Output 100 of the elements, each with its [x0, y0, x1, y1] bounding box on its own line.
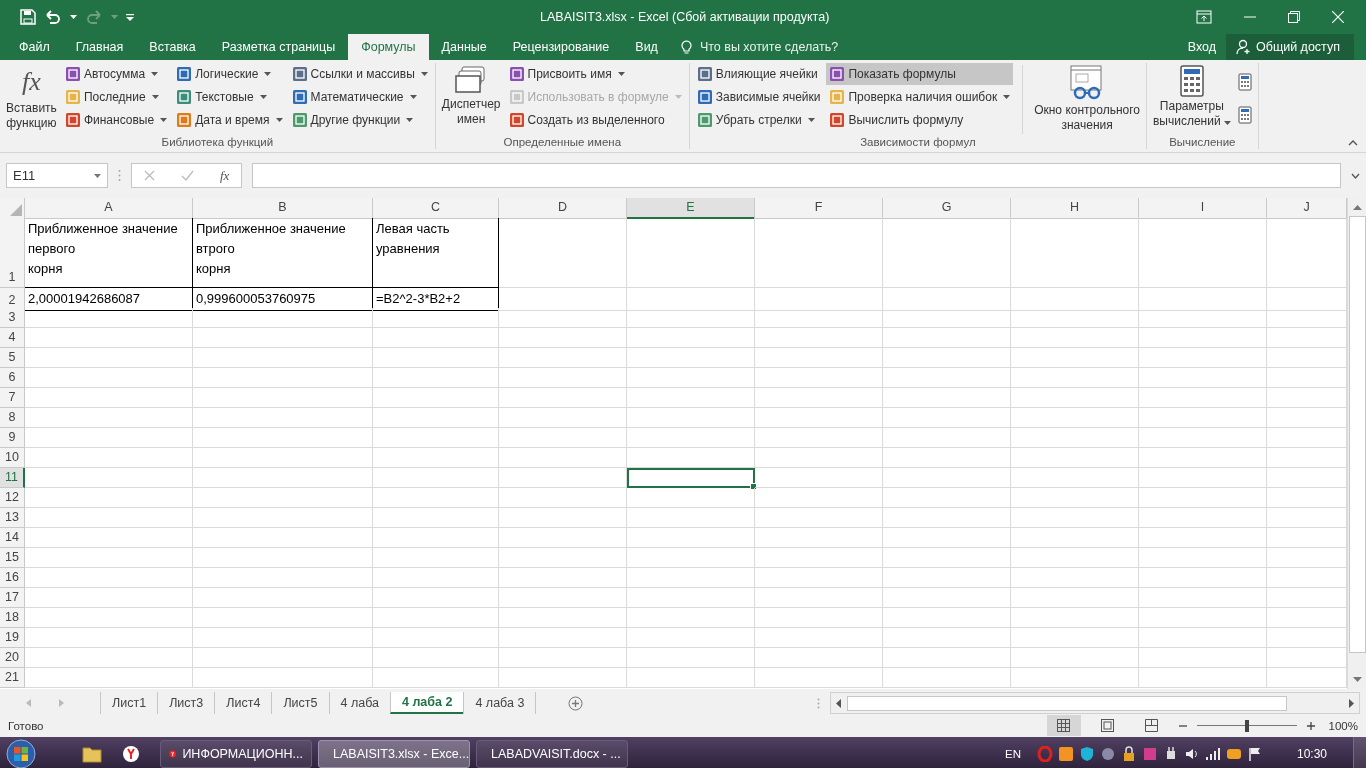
ribbon-button[interactable]: Параметры вычислений: [1151, 63, 1233, 136]
row-header[interactable]: 3: [0, 308, 25, 328]
ribbon-tab[interactable]: Вставка: [136, 34, 209, 60]
sign-in-link[interactable]: Вход: [1177, 34, 1226, 60]
scroll-down-icon[interactable]: [1352, 677, 1362, 683]
column-header[interactable]: H: [1011, 198, 1139, 219]
ribbon-button[interactable]: Другие функции: [288, 109, 431, 131]
ribbon-button[interactable]: Последние: [61, 86, 171, 108]
column-header[interactable]: C: [373, 198, 499, 219]
scroll-right-icon[interactable]: [1349, 698, 1355, 708]
tell-me-field[interactable]: Что вы хотите сделать?: [680, 34, 872, 60]
start-button[interactable]: [6, 738, 36, 768]
row-header[interactable]: 17: [0, 588, 25, 608]
row-header[interactable]: 14: [0, 528, 25, 548]
row-header[interactable]: 20: [0, 648, 25, 668]
save-icon[interactable]: [20, 9, 36, 25]
row-header[interactable]: 8: [0, 408, 25, 428]
flag-icon[interactable]: [1246, 745, 1263, 762]
ribbon-display-icon[interactable]: [1196, 10, 1212, 24]
folder-icon[interactable]: [82, 744, 102, 763]
vertical-scrollbar[interactable]: [1347, 198, 1366, 689]
zoom-slider[interactable]: [1196, 720, 1297, 731]
row-header[interactable]: 4: [0, 328, 25, 348]
ribbon-button[interactable]: fx Вставить функцию: [4, 63, 59, 136]
share-button[interactable]: Общий доступ: [1226, 34, 1354, 60]
ribbon-button[interactable]: Проверка наличия ошибок: [826, 86, 1014, 108]
checkmark-icon[interactable]: [181, 170, 194, 181]
ribbon-tab[interactable]: Данные: [428, 34, 500, 60]
ribbon-tab[interactable]: Разметка страницы: [208, 34, 349, 60]
row-header[interactable]: 7: [0, 388, 25, 408]
language-indicator[interactable]: EN: [1005, 747, 1021, 760]
customize-icon[interactable]: [126, 13, 134, 21]
taskbar-button[interactable]: LABAISIT3.xlsx - Exce...: [318, 739, 470, 768]
shield-icon[interactable]: [1078, 745, 1095, 762]
plus-icon[interactable]: [1306, 721, 1315, 730]
row-header[interactable]: 13: [0, 508, 25, 528]
zoom-level[interactable]: 100%: [1328, 719, 1358, 732]
insert-function-button[interactable]: fx: [220, 167, 230, 184]
row-header[interactable]: 9: [0, 428, 25, 448]
name-box[interactable]: E11: [6, 163, 108, 188]
column-header[interactable]: F: [755, 198, 883, 219]
ribbon-button[interactable]: Окно контрольного значения: [1032, 63, 1142, 136]
taskbar-button[interactable]: ИНФОРМАЦИОНН...: [160, 739, 312, 768]
row-header[interactable]: 5: [0, 348, 25, 368]
normal-view-button[interactable]: [1046, 715, 1081, 736]
ribbon-button[interactable]: Присвоить имя: [505, 63, 685, 85]
column-header[interactable]: E: [627, 198, 755, 219]
add-sheet-icon[interactable]: [568, 695, 584, 711]
ribbon-tab[interactable]: Рецензирование: [499, 34, 623, 60]
row-header[interactable]: 15: [0, 548, 25, 568]
row-header[interactable]: 12: [0, 488, 25, 508]
scroll-left-icon[interactable]: [835, 698, 841, 708]
row-header[interactable]: 11: [0, 468, 25, 488]
formula-input[interactable]: [252, 163, 1341, 188]
ribbon-button[interactable]: Убрать стрелки: [693, 109, 824, 131]
ribbon-button[interactable]: Вычислить формулу: [826, 109, 1014, 131]
ribbon-button[interactable]: Автосумма: [61, 63, 171, 85]
ribbon-button[interactable]: Создать из выделенного: [505, 109, 685, 131]
caret-icon[interactable]: [70, 14, 77, 20]
restore-icon[interactable]: [1288, 11, 1300, 23]
column-header[interactable]: B: [193, 198, 373, 219]
row-header[interactable]: 18: [0, 608, 25, 628]
collapse-icon[interactable]: [1348, 140, 1358, 146]
browser-icon[interactable]: [122, 744, 140, 763]
row-header[interactable]: 10: [0, 448, 25, 468]
sheet-tab[interactable]: 4 лаба 2: [390, 692, 464, 714]
taskbar-button[interactable]: LABADVAISIT.docx - ...: [476, 739, 628, 768]
ribbon-button[interactable]: Ссылки и массивы: [288, 63, 431, 85]
column-header[interactable]: I: [1139, 198, 1267, 219]
ring-icon[interactable]: [1036, 745, 1053, 762]
ribbon-button[interactable]: Дата и время: [173, 109, 286, 131]
ribbon-button[interactable]: Математические: [288, 86, 431, 108]
row-header[interactable]: 19: [0, 628, 25, 648]
active-cell[interactable]: [627, 468, 755, 488]
ribbon-button[interactable]: Логические: [173, 63, 286, 85]
ribbon-button[interactable]: Текстовые: [173, 86, 286, 108]
ribbon-tab[interactable]: Главная: [62, 34, 137, 60]
ribbon-button[interactable]: Показать формулы: [826, 63, 1014, 85]
column-header[interactable]: D: [499, 198, 627, 219]
expand-icon[interactable]: [1351, 172, 1360, 179]
row-header[interactable]: 6: [0, 368, 25, 388]
row-header[interactable]: 16: [0, 568, 25, 588]
ribbon-tab[interactable]: Вид: [622, 34, 671, 60]
column-header[interactable]: J: [1267, 198, 1347, 219]
row-header[interactable]: 1: [0, 218, 25, 288]
row-header[interactable]: 21: [0, 668, 25, 688]
ribbon-button[interactable]: Зависимые ячейки: [693, 86, 824, 108]
app-icon[interactable]: [1057, 745, 1074, 762]
app-icon[interactable]: [1099, 745, 1116, 762]
column-header[interactable]: A: [25, 198, 193, 219]
ribbon-button[interactable]: Диспетчер имен: [439, 63, 503, 136]
signal-icon[interactable]: [1204, 745, 1221, 762]
ribbon-button[interactable]: Влияющие ячейки: [693, 63, 824, 85]
close-icon[interactable]: [1332, 11, 1344, 23]
ribbon-button[interactable]: Финансовые: [61, 109, 171, 131]
ribbon-tab[interactable]: Формулы: [348, 34, 429, 60]
ribbon-tab[interactable]: Файл: [6, 34, 63, 60]
scroll-up-icon[interactable]: [1352, 204, 1362, 210]
undo-icon[interactable]: [44, 9, 62, 25]
column-header[interactable]: G: [883, 198, 1011, 219]
